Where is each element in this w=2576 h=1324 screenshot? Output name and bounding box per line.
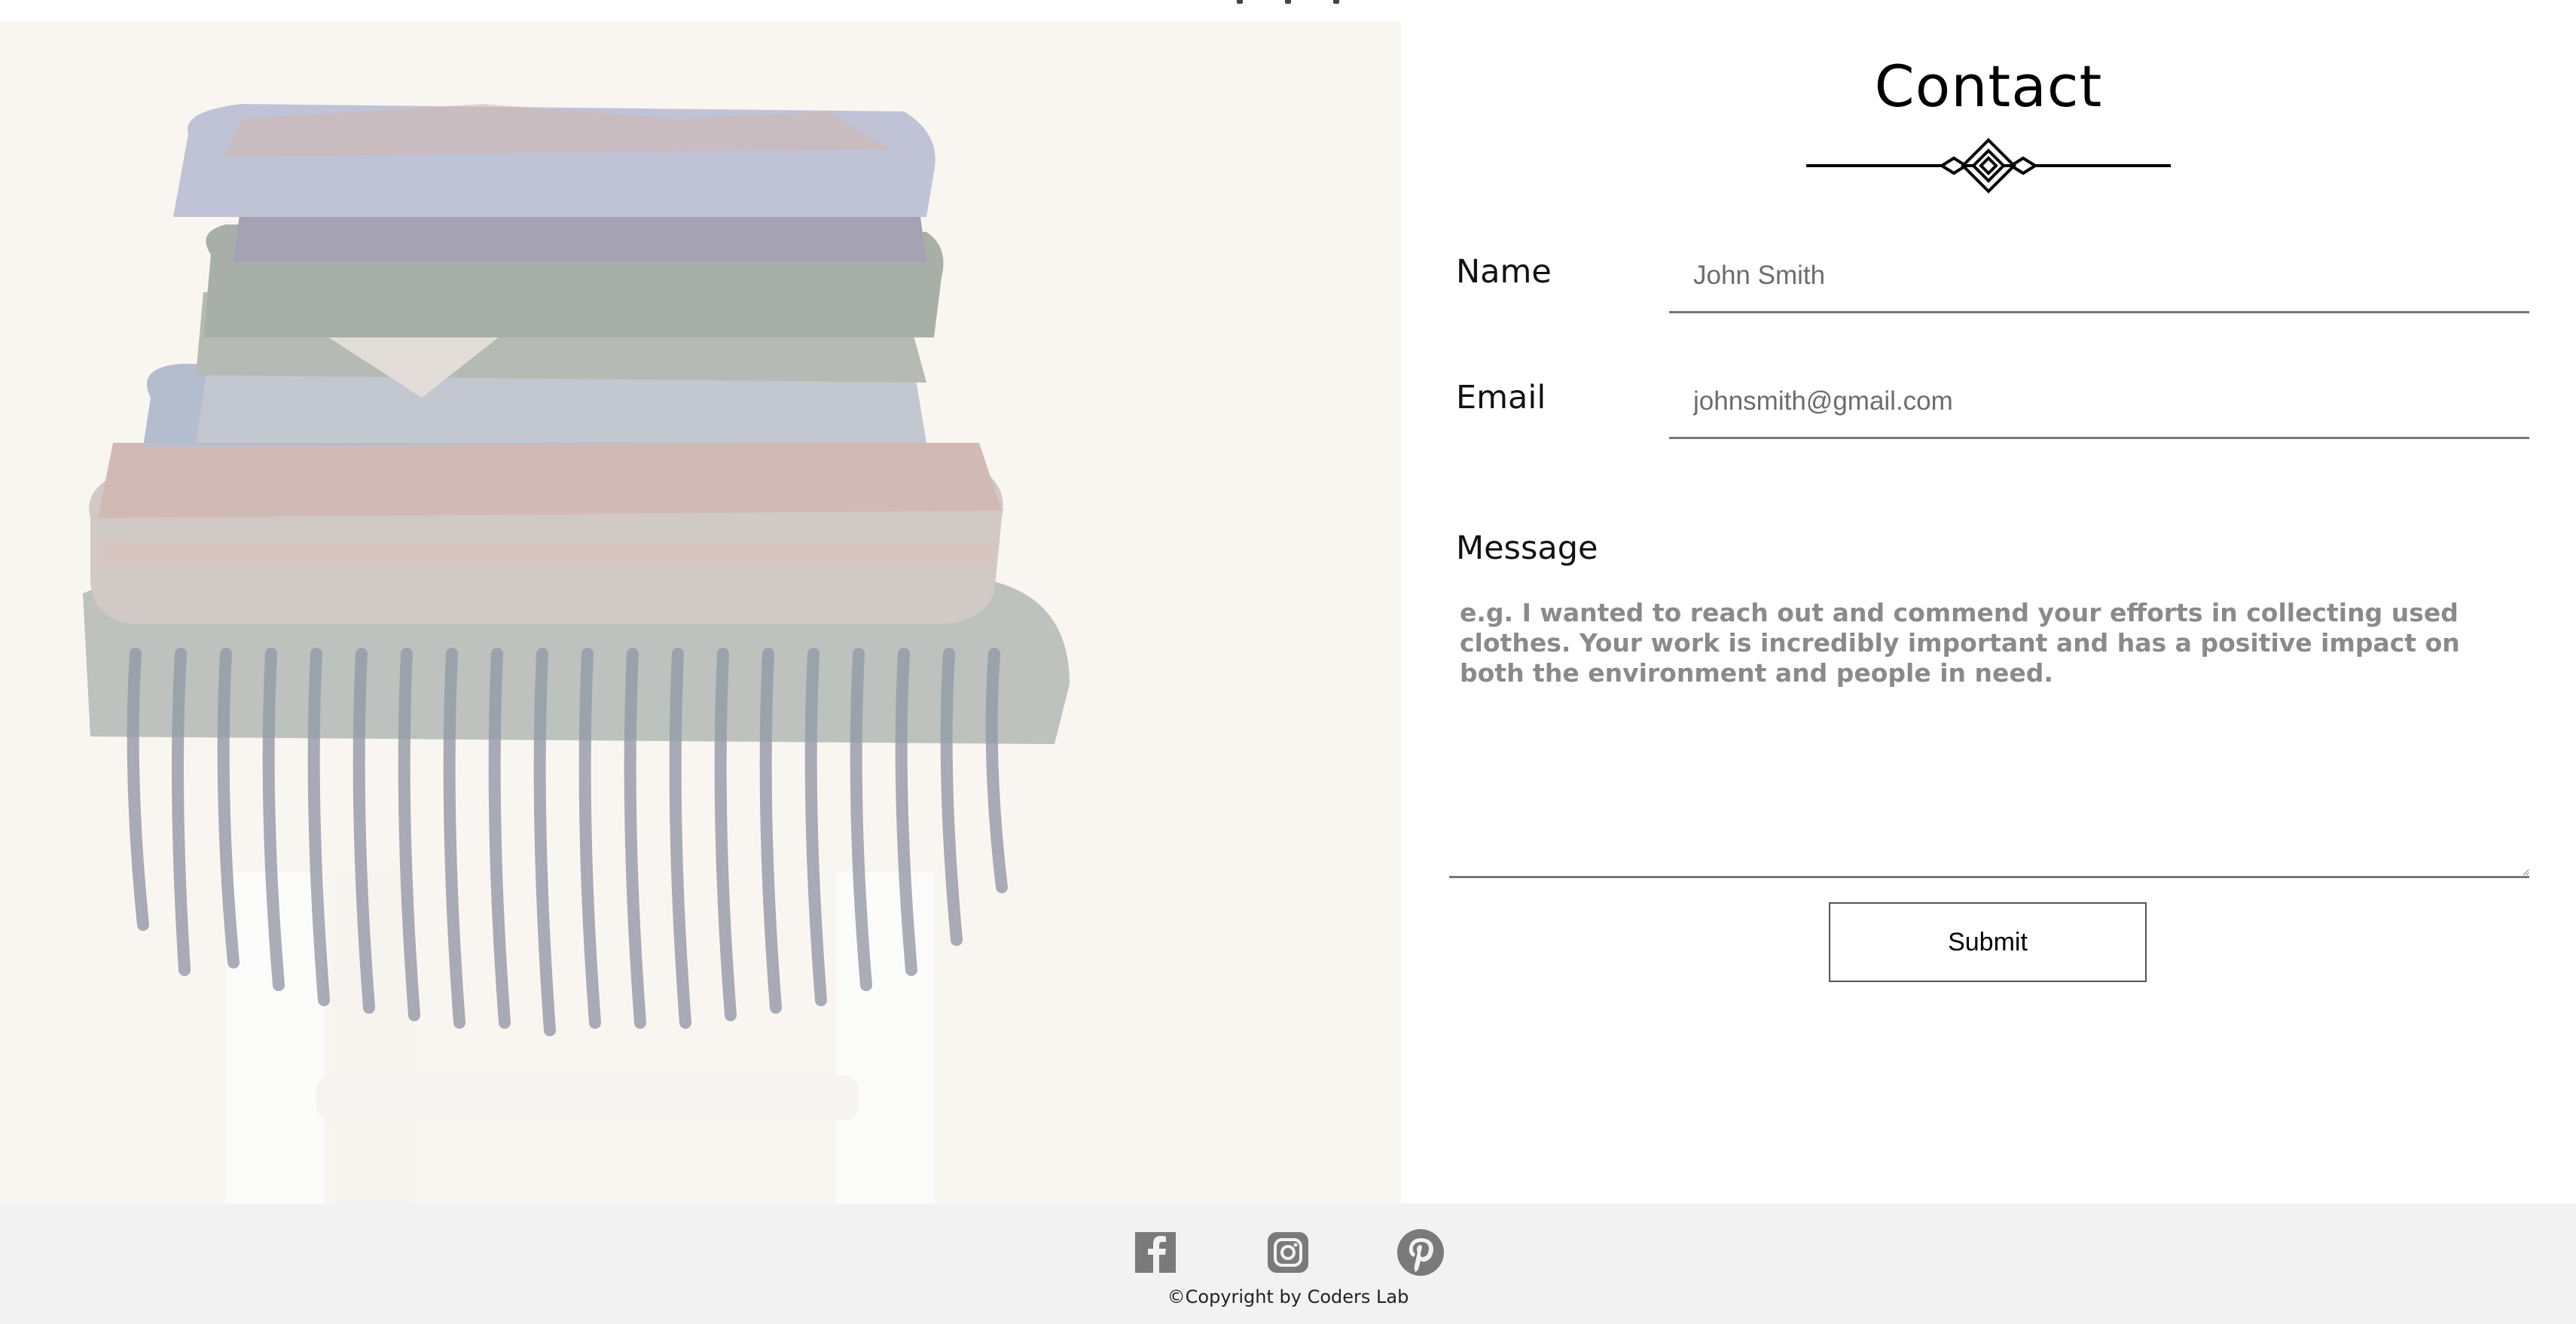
message-textarea[interactable] xyxy=(1449,580,2529,878)
name-label: Name xyxy=(1456,253,1552,291)
footer: ©Copyright by Coders Lab xyxy=(0,1203,2576,1324)
copyright-text: ©Copyright by Coders Lab xyxy=(1167,1286,1409,1307)
message-label: Message xyxy=(1456,529,1598,567)
page-title: Contact xyxy=(1874,53,2103,120)
folded-clothes-illustration xyxy=(0,21,1401,1203)
instagram-icon[interactable] xyxy=(1263,1228,1313,1277)
top-edge-fragment xyxy=(1220,0,1356,5)
hero-photo xyxy=(0,21,1401,1203)
email-input[interactable] xyxy=(1669,365,2529,439)
social-links xyxy=(0,1228,2576,1277)
name-input[interactable] xyxy=(1669,239,2529,313)
email-label: Email xyxy=(1456,379,1546,416)
submit-button[interactable]: Submit xyxy=(1829,902,2147,982)
ornament-divider-icon xyxy=(1806,138,2171,194)
contact-section: Contact Name Email Message Submit xyxy=(1401,0,2576,1203)
pinterest-icon[interactable] xyxy=(1396,1228,1445,1277)
contact-page: Contact Name Email Message Submit xyxy=(0,0,2576,1324)
facebook-icon[interactable] xyxy=(1131,1228,1180,1277)
